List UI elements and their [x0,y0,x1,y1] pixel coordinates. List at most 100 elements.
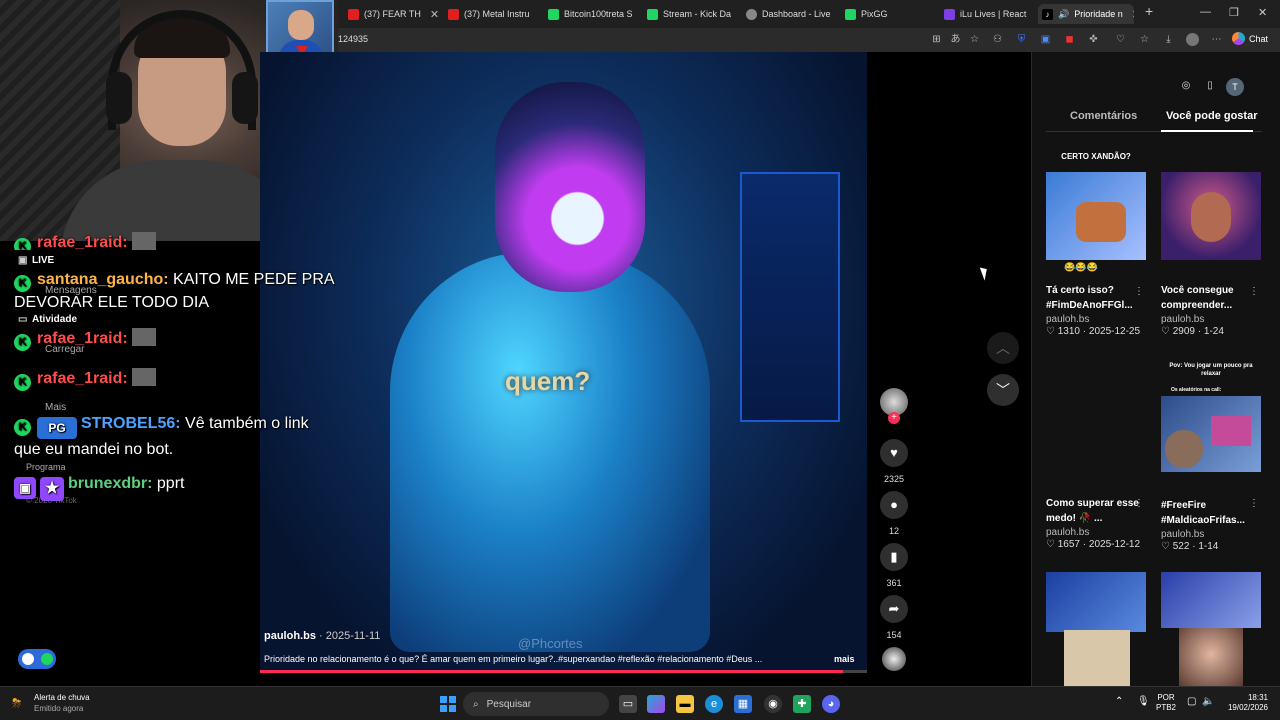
save-button[interactable]: ▮ [880,543,908,571]
browser-tab[interactable]: (37) Metal Instru ✕ [448,4,540,24]
file-explorer-icon[interactable]: ▬ [676,695,694,713]
tab-comments[interactable]: Comentários [1070,110,1137,122]
video-caption: quem? [505,366,591,396]
language-indicator[interactable]: POR PTB2 [1156,693,1176,713]
network-icon[interactable]: ▢ [1187,697,1196,707]
video-thumbnail[interactable] [1161,572,1261,628]
close-window-button[interactable]: ✕ [1258,6,1267,19]
browser-tab[interactable]: (37) FEAR TH ✕ [348,4,438,24]
sidebar-item-more[interactable]: Mais [45,402,66,413]
tray-chevron-icon[interactable]: ⌃ [1115,697,1123,707]
tiktok-video-player[interactable]: quem? @Phcortes [260,52,867,672]
microphone-icon[interactable]: 🎙 [1137,697,1150,707]
extension-icon[interactable]: ⚇ [991,33,1004,46]
task-view-icon[interactable]: ▭ [619,695,637,713]
clock[interactable]: 18:31 19/02/2026 [1220,693,1268,713]
video-card[interactable]: CERTO XANDÃO? 😂😂😂 ⋮ Tá certo isso? #FimD… [1046,150,1146,337]
favorite-star-icon[interactable]: ☆ [968,33,981,46]
sidebar-item-live[interactable]: ▣ LIVE [18,255,54,266]
photos-icon[interactable]: ▦ [734,695,752,713]
more-options-icon[interactable]: ⋮ [1249,286,1259,297]
extension-icon[interactable]: ▣ [1039,33,1052,46]
sidebar-program-link[interactable]: Programa [26,462,66,472]
bitwarden-icon[interactable]: ⛨ [1015,33,1028,46]
compass-icon[interactable]: ◎ [1178,78,1194,94]
card-author[interactable]: pauloh.bs [1161,529,1261,540]
maximize-button[interactable]: ❐ [1229,6,1239,19]
phone-icon[interactable]: ▯ [1202,78,1218,94]
taskbar-search[interactable]: ⌕ Pesquisar [463,692,609,716]
sidebar-item-activity[interactable]: ▭ Atividade [18,314,77,325]
next-video-button[interactable]: ﹀ [987,374,1019,406]
music-disc-icon[interactable] [882,647,906,671]
volume-icon[interactable]: 🔈 [1202,697,1214,707]
comment-count: 12 [888,526,899,536]
floating-toggle[interactable] [18,649,56,669]
share-count: 154 [886,630,902,640]
more-options-icon[interactable]: ⋮ [1134,286,1144,297]
discord-icon[interactable]: ◕ [822,695,840,713]
speaker-icon[interactable]: 🔊 [1058,9,1069,20]
video-thumbnail[interactable] [1064,630,1130,686]
office-icon[interactable]: ◼ [1063,33,1076,46]
close-tab-icon[interactable]: ✕ [539,8,540,21]
previous-video-button[interactable]: ︿ [987,332,1019,364]
follow-plus-icon[interactable]: + [888,412,900,424]
video-thumbnail[interactable] [1046,572,1146,632]
video-card[interactable]: ⋮ Como superar esse medo! 🥀 ... pauloh.b… [1046,364,1146,550]
browser-tab-active[interactable]: ♪ 🔊 Prioridade n ✕ [1038,4,1134,24]
close-tab-icon[interactable]: ✕ [1132,8,1134,21]
video-thumbnail[interactable] [1179,628,1243,686]
copilot-icon[interactable] [647,695,665,713]
app-icon[interactable]: ✚ [793,695,811,713]
video-author[interactable]: pauloh.bs · 2025-11-11 [264,630,380,642]
ilu-icon [944,8,955,20]
edge-browser-icon[interactable]: e [705,695,723,713]
minimize-button[interactable]: — [1200,6,1211,18]
tab-you-may-like[interactable]: Você pode gostar [1166,110,1257,122]
favorites-icon[interactable]: ☆ [1138,33,1151,46]
tab-label: (37) Metal Instru [464,9,530,19]
download-icon[interactable]: ⤓ [1162,33,1175,46]
kick-badge-icon: K [14,419,31,436]
card-author[interactable]: pauloh.bs [1161,314,1261,325]
performance-icon[interactable]: ♡ [1114,33,1127,46]
card-author[interactable]: pauloh.bs [1046,527,1146,538]
video-card[interactable]: ⋮ Você consegue compreender... pauloh.bs… [1161,150,1261,337]
browser-tab[interactable]: iLu Lives | React ✕ [944,4,1034,24]
like-button[interactable]: ♥ [880,439,908,467]
close-tab-icon[interactable]: ✕ [430,8,438,21]
user-avatar[interactable]: T [1226,78,1244,96]
copilot-chat-button[interactable]: Chat [1232,32,1268,45]
search-icon: ⌕ [473,698,479,710]
browser-tab[interactable]: Dashboard - Live ✕ [746,4,836,24]
shelf-background [740,172,840,422]
url-field[interactable]: 124935 [338,34,368,44]
browser-tab[interactable]: PixGG ✕ [845,4,935,24]
more-options-icon[interactable]: ⋮ [1249,498,1259,509]
extensions-puzzle-icon[interactable]: ✜ [1087,33,1100,46]
app-icon[interactable]: ⊞ [930,33,943,46]
video-card[interactable]: Pov: Vou jogar um pouco pra relaxar Os a… [1161,362,1261,552]
kick-badge-icon: K [14,334,31,351]
weather-widget[interactable]: ⛈ Alerta de chuva Emitido agora [12,692,90,714]
browser-tab[interactable]: Stream - Kick Da ✕ [647,4,737,24]
translate-icon[interactable]: あ [949,33,962,46]
more-options-icon[interactable]: ⋮ [1134,498,1144,509]
card-author[interactable]: pauloh.bs [1046,314,1146,325]
obs-icon[interactable]: ◉ [764,695,782,713]
emote-icon [131,232,156,250]
browser-tab[interactable]: Bitcoin100treta S ✕ [548,4,638,24]
weather-alert-icon: ⛈ [12,696,22,710]
thumb-emoji: 😂😂😂 [1064,262,1098,272]
tab-label: iLu Lives | React [960,9,1027,19]
profile-icon[interactable] [1186,33,1199,46]
comment-button[interactable]: ● [880,491,908,519]
kick-badge-icon: K [14,238,31,250]
video-progress-bar[interactable] [260,670,867,673]
share-button[interactable]: ➦ [880,595,908,623]
start-button[interactable] [440,696,456,712]
new-tab-button[interactable]: + [1145,3,1153,19]
more-button[interactable]: mais [834,654,855,664]
more-menu-icon[interactable]: ⋯ [1210,33,1223,46]
